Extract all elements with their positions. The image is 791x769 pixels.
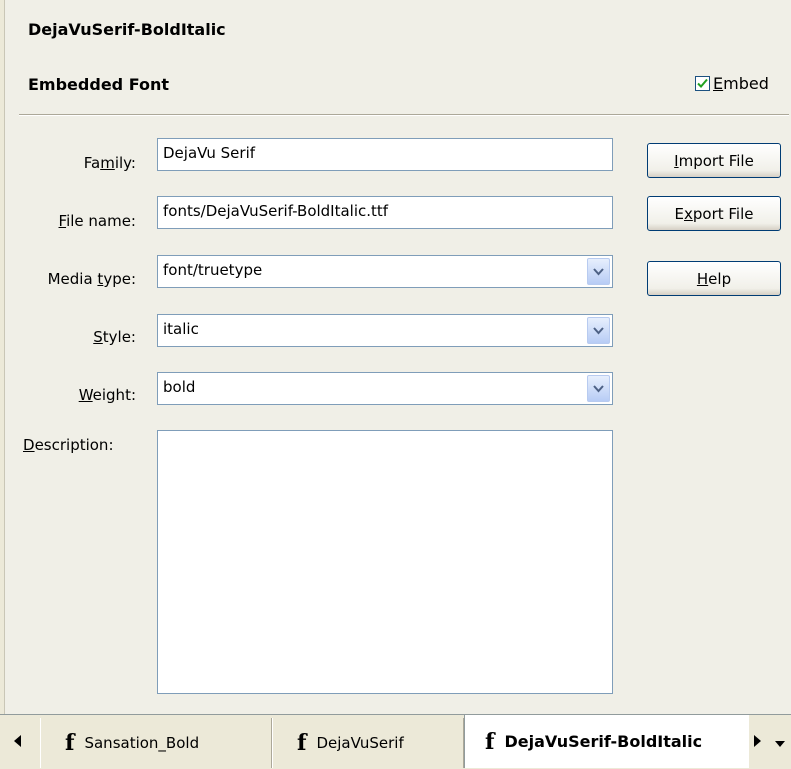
description-label: Description:	[23, 436, 114, 454]
tab-dejavuserif-bolditalic[interactable]: f DejaVuSerif-BoldItalic	[464, 715, 749, 768]
style-select[interactable]: italic	[157, 314, 613, 347]
description-textarea[interactable]	[157, 430, 613, 694]
font-icon: f	[297, 730, 307, 756]
tab-sansation-bold[interactable]: f Sansation_Bold	[40, 718, 272, 768]
file-name-label: File name:	[58, 212, 136, 230]
chevron-down-icon[interactable]	[587, 317, 610, 344]
tab-dejavuserif[interactable]: f DejaVuSerif	[272, 718, 464, 768]
export-file-button[interactable]: Ex port File	[647, 196, 781, 231]
chevron-down-icon[interactable]	[587, 375, 610, 402]
font-icon: f	[485, 728, 495, 755]
divider	[19, 114, 789, 116]
weight-label: Weight:	[78, 386, 136, 404]
media-type-select[interactable]: font/truetype	[157, 255, 613, 288]
weight-value: bold	[163, 378, 196, 396]
section-title: Embedded Font	[28, 75, 169, 94]
font-icon: f	[65, 730, 75, 756]
arrow-left-icon[interactable]	[14, 735, 22, 750]
tab-label: DejaVuSerif-BoldItalic	[504, 732, 703, 751]
family-label: Family:	[83, 154, 136, 172]
style-label: Style:	[93, 328, 136, 346]
check-icon	[697, 78, 708, 88]
media-type-label: Media type:	[47, 270, 136, 288]
weight-select[interactable]: bold	[157, 372, 613, 405]
page-title: DejaVuSerif-BoldItalic	[28, 20, 226, 39]
chevron-down-icon[interactable]	[587, 258, 610, 285]
media-type-value: font/truetype	[163, 261, 263, 279]
menu-down-icon[interactable]	[775, 738, 785, 752]
arrow-right-icon[interactable]	[753, 735, 761, 750]
tab-label: Sansation_Bold	[84, 734, 200, 752]
style-value: italic	[163, 320, 199, 338]
tab-label: DejaVuSerif	[316, 734, 404, 752]
embed-label: Embed	[713, 74, 769, 93]
file-name-input[interactable]: fonts/DejaVuSerif-BoldItalic.ttf	[157, 196, 613, 229]
checkbox-box[interactable]	[695, 76, 710, 91]
embed-checkbox[interactable]: Embed	[695, 74, 769, 93]
help-button[interactable]: Help	[647, 261, 781, 296]
import-file-button[interactable]: Import File	[647, 143, 781, 178]
family-input[interactable]: DejaVu Serif	[157, 138, 613, 171]
